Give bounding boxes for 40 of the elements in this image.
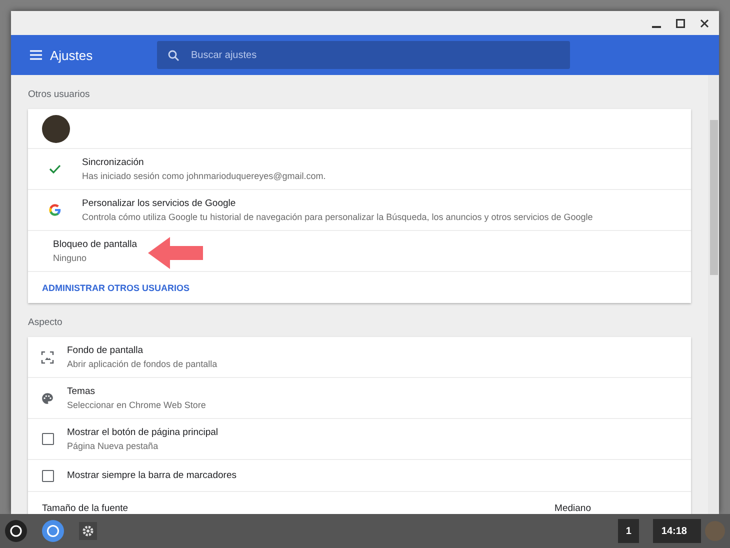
workspace-indicator[interactable]: 1: [618, 519, 640, 543]
section-title: Aspecto: [28, 316, 64, 330]
setting-subtitle: Ninguno: [53, 253, 88, 263]
setting-subtitle: Controla cómo utiliza Google tu historial de navegación para personalizar la Búsqueda, los anuncios y otros servicios de Google: [82, 212, 594, 222]
user-avatar: [42, 114, 70, 142]
google-g-icon: [48, 203, 62, 217]
checkmark-icon: [49, 164, 61, 174]
section-title: Otros usuarios: [28, 88, 91, 102]
close-icon: [700, 18, 708, 28]
circle-icon: [10, 525, 22, 537]
setting-subtitle: Abrir aplicación de fondos de pantalla: [67, 359, 218, 369]
minimize-icon: [652, 26, 660, 28]
setting-row[interactable]: Bloqueo de pantalla Ninguno: [28, 230, 691, 271]
browser-icon[interactable]: [41, 519, 65, 543]
manage-users-link[interactable]: ADMINISTRAR OTROS USUARIOS: [42, 282, 190, 292]
search-icon: [168, 50, 179, 61]
palette-icon: [41, 392, 54, 404]
scrollbar[interactable]: [708, 75, 719, 514]
setting-title: Tamaño de la fuente: [42, 502, 130, 514]
settings-icon[interactable]: [79, 522, 97, 540]
setting-subtitle: Página Nueva pestaña: [67, 441, 160, 451]
setting-subtitle: Has iniciado sesión como johnmarioduquereyes@gmail.com.: [82, 171, 327, 181]
setting-title: Bloqueo de pantalla: [53, 239, 138, 250]
setting-subtitle: Seleccionar en Chrome Web Store: [67, 400, 207, 410]
setting-title: Mostrar siempre la barra de marcadores: [67, 470, 238, 481]
launcher-button[interactable]: [5, 520, 27, 542]
setting-title: Personalizar los servicios de Google: [82, 198, 237, 209]
menu-button[interactable]: [30, 50, 42, 60]
checkbox[interactable]: [42, 433, 54, 445]
maximize-icon: [676, 18, 684, 28]
setting-title: Fondo de pantalla: [67, 345, 144, 356]
setting-title: Mostrar el botón de página principal: [67, 427, 220, 438]
page-title: Ajustes: [50, 48, 94, 62]
setting-title: Sincronización: [82, 157, 145, 168]
checkbox[interactable]: [42, 470, 54, 482]
wallpaper-icon: [41, 350, 54, 364]
setting-title: Temas: [67, 386, 96, 397]
clock[interactable]: 14:18: [653, 519, 701, 543]
dropdown-value[interactable]: Mediano: [554, 502, 591, 514]
search-field[interactable]: Buscar ajustes: [157, 41, 570, 69]
